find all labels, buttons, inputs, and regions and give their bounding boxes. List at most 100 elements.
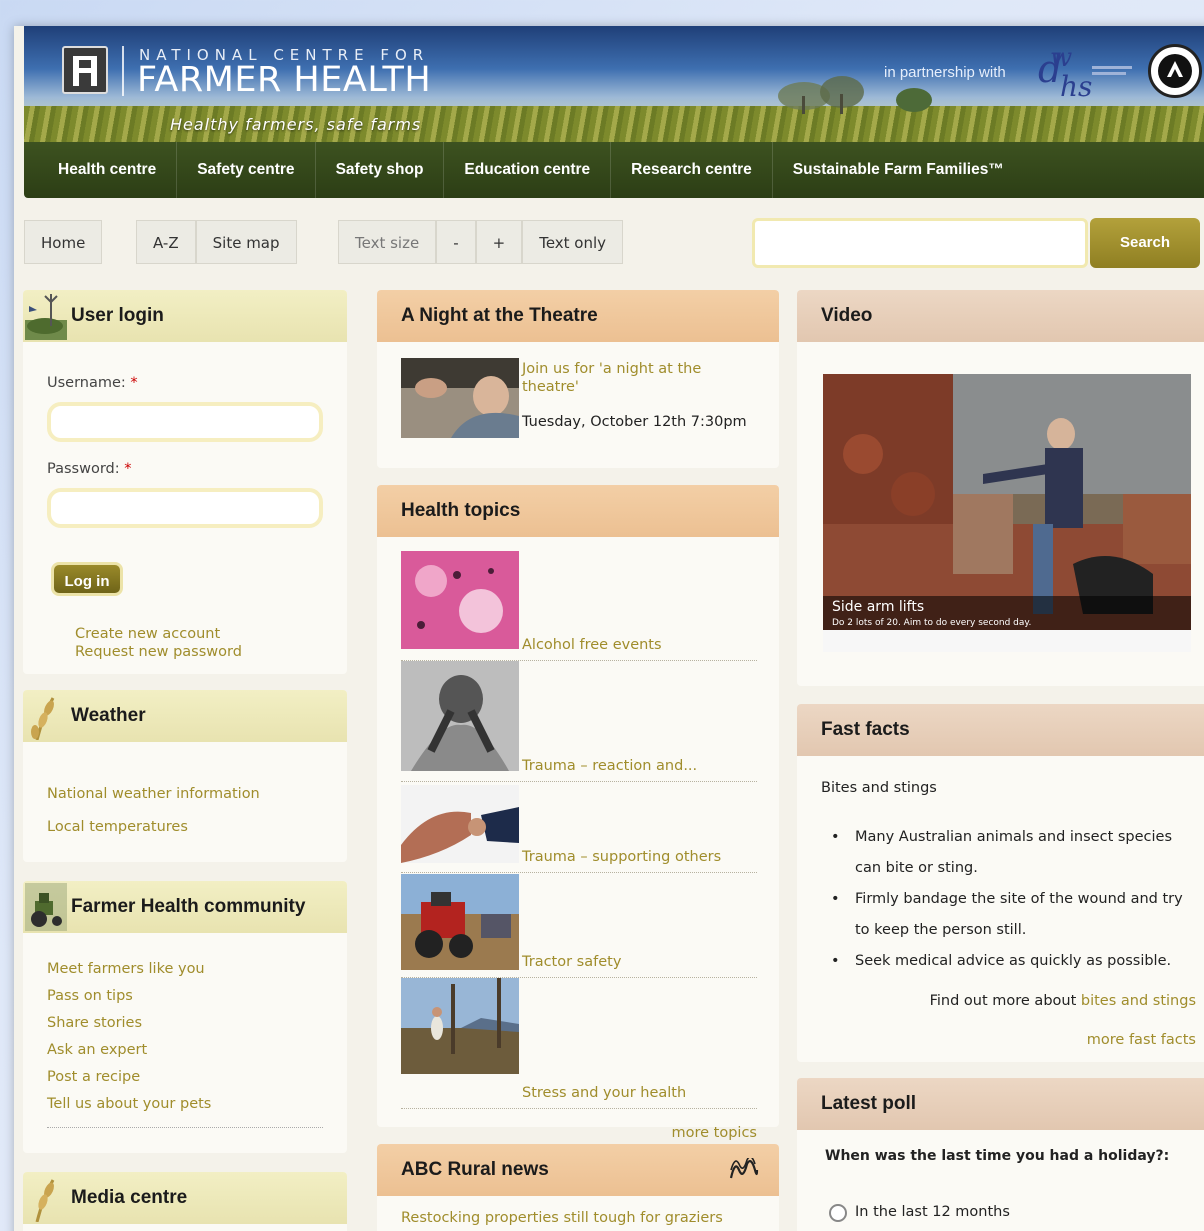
abc-headline-link[interactable]: Restocking properties still tough for gr… xyxy=(401,1210,723,1226)
community-link[interactable]: Tell us about your pets xyxy=(47,1096,211,1123)
community-link[interactable]: Meet farmers like you xyxy=(47,961,211,988)
more-fast-facts-link[interactable]: more fast facts xyxy=(1087,1032,1196,1048)
password-label: Password: * xyxy=(47,461,131,477)
search-button[interactable]: Search xyxy=(1090,218,1200,268)
media-title: Media centre xyxy=(71,1187,188,1208)
theatre-header: A Night at the Theatre xyxy=(377,290,779,342)
toolbar-home-group: Home xyxy=(24,220,103,264)
sitemap-button[interactable]: Site map xyxy=(195,220,297,264)
community-link[interactable]: Post a recipe xyxy=(47,1069,211,1096)
theatre-datetime: Tuesday, October 12th 7:30pm xyxy=(522,414,747,430)
topic-trauma-reaction[interactable]: Trauma – reaction and... xyxy=(522,758,697,774)
topic-alcohol-free-events[interactable]: Alcohol free events xyxy=(522,637,662,653)
fast-fact-item: Many Australian animals and insect speci… xyxy=(831,822,1195,884)
topic-thumbnail[interactable] xyxy=(401,785,519,863)
local-temperatures-link[interactable]: Local temperatures xyxy=(47,819,188,835)
poll-option-radio[interactable] xyxy=(829,1204,847,1222)
home-button[interactable]: Home xyxy=(24,220,103,264)
community-link[interactable]: Pass on tips xyxy=(47,988,211,1015)
topic-trauma-supporting[interactable]: Trauma – supporting others xyxy=(522,849,721,865)
video-header: Video xyxy=(797,290,1204,342)
bites-stings-link[interactable]: bites and stings xyxy=(1081,993,1196,1009)
topic-divider xyxy=(401,872,757,873)
brand-title[interactable]: FARMER HEALTH xyxy=(137,60,431,100)
username-field[interactable] xyxy=(47,402,323,442)
deakin-logo-icon[interactable] xyxy=(1148,44,1202,98)
topic-thumbnail[interactable] xyxy=(401,551,519,649)
find-out-more: Find out more about bites and stings xyxy=(930,993,1196,1009)
topic-thumbnail[interactable] xyxy=(401,978,519,1074)
login-button[interactable]: Log in xyxy=(51,562,123,596)
page: NATIONAL CENTRE FOR FARMER HEALTH Health… xyxy=(14,26,1204,1231)
username-label-text: Username: xyxy=(47,375,131,391)
weather-header: Weather xyxy=(23,690,347,742)
tractor-icon xyxy=(25,883,67,931)
user-login-panel: User login Username: * Password: * Log i… xyxy=(23,290,347,674)
national-weather-link[interactable]: National weather information xyxy=(47,786,260,802)
create-account-link[interactable]: Create new account xyxy=(75,626,220,642)
weather-panel: Weather National weather information Loc… xyxy=(23,690,347,862)
text-size-increase-button[interactable]: + xyxy=(475,220,523,264)
nav-education-centre[interactable]: Education centre xyxy=(444,142,612,198)
user-login-title: User login xyxy=(71,305,164,326)
text-size-label: Text size xyxy=(338,220,437,264)
topic-stress[interactable]: Stress and your health xyxy=(522,1085,686,1101)
community-link[interactable]: Share stories xyxy=(47,1015,211,1042)
request-password-link[interactable]: Request new password xyxy=(75,644,242,660)
fast-fact-item: Firmly bandage the site of the wound and… xyxy=(831,884,1195,946)
farmer-health-logo-icon[interactable] xyxy=(62,46,108,94)
health-topics-panel: Health topics Alcohol free events Trauma… xyxy=(377,485,779,1141)
media-header: Media centre xyxy=(23,1172,347,1224)
media-panel: Media centre xyxy=(23,1172,347,1231)
community-divider xyxy=(47,1127,323,1128)
topic-thumbnail[interactable] xyxy=(401,661,519,771)
poll-option-label[interactable]: In the last 12 months xyxy=(855,1204,1010,1220)
svg-text:w: w xyxy=(1050,43,1072,73)
community-title: Farmer Health community xyxy=(71,896,306,917)
username-required-mark: * xyxy=(130,375,138,391)
poll-question: When was the last time you had a holiday… xyxy=(825,1148,1170,1164)
text-size-decrease-button[interactable]: - xyxy=(436,220,476,264)
video-caption-subtitle: Do 2 lots of 20. Aim to do every second … xyxy=(832,618,1032,628)
more-topics-link[interactable]: more topics xyxy=(672,1125,758,1141)
topic-divider xyxy=(401,1108,757,1109)
toolbar-text-group: Text size - + Text only xyxy=(338,220,624,264)
community-link[interactable]: Ask an expert xyxy=(47,1042,211,1069)
fast-facts-header: Fast facts xyxy=(797,704,1204,756)
nav-research-centre[interactable]: Research centre xyxy=(611,142,773,198)
password-label-text: Password: xyxy=(47,461,125,477)
wdhs-logo-icon[interactable]: d w hs xyxy=(1036,40,1136,102)
search-input[interactable] xyxy=(752,218,1088,268)
fast-facts-panel: Fast facts Bites and stings Many Austral… xyxy=(797,704,1204,1062)
abc-rural-title: ABC Rural news xyxy=(401,1159,549,1180)
fast-facts-list: Many Australian animals and insect speci… xyxy=(831,822,1195,977)
find-out-prefix: Find out more about xyxy=(929,993,1081,1009)
wheat-icon xyxy=(31,697,55,740)
abc-rural-panel: ABC Rural news Restocking properties sti… xyxy=(377,1144,779,1231)
topic-thumbnail[interactable] xyxy=(401,874,519,970)
main-nav: Health centre Safety centre Safety shop … xyxy=(24,142,1204,198)
toolbar-nav-group: A-Z Site map xyxy=(136,220,297,264)
logo-divider xyxy=(122,46,124,96)
svg-text:hs: hs xyxy=(1060,70,1092,102)
text-only-button[interactable]: Text only xyxy=(522,220,624,264)
video-panel: Video Side arm lifts Do 2 lots of 20. Ai… xyxy=(797,290,1204,686)
theatre-link[interactable]: Join us for 'a night at the theatre' xyxy=(522,360,742,396)
nav-safety-centre[interactable]: Safety centre xyxy=(177,142,316,198)
site-header: NATIONAL CENTRE FOR FARMER HEALTH Health… xyxy=(24,26,1204,198)
abc-logo-icon[interactable] xyxy=(729,1158,759,1182)
theatre-thumbnail[interactable] xyxy=(401,358,519,438)
nav-sustainable-farm-families[interactable]: Sustainable Farm Families™ xyxy=(773,142,1024,198)
community-header: Farmer Health community xyxy=(23,881,347,933)
weather-title: Weather xyxy=(71,705,146,726)
nav-safety-shop[interactable]: Safety shop xyxy=(316,142,445,198)
community-panel: Farmer Health community Meet farmers lik… xyxy=(23,881,347,1153)
nav-health-centre[interactable]: Health centre xyxy=(38,142,178,198)
poll-header: Latest poll xyxy=(797,1078,1204,1130)
password-required-mark: * xyxy=(124,461,132,477)
topic-tractor-safety[interactable]: Tractor safety xyxy=(522,954,621,970)
password-field[interactable] xyxy=(47,488,323,528)
health-topics-header: Health topics xyxy=(377,485,779,537)
az-button[interactable]: A-Z xyxy=(136,220,196,264)
username-label: Username: * xyxy=(47,375,138,391)
